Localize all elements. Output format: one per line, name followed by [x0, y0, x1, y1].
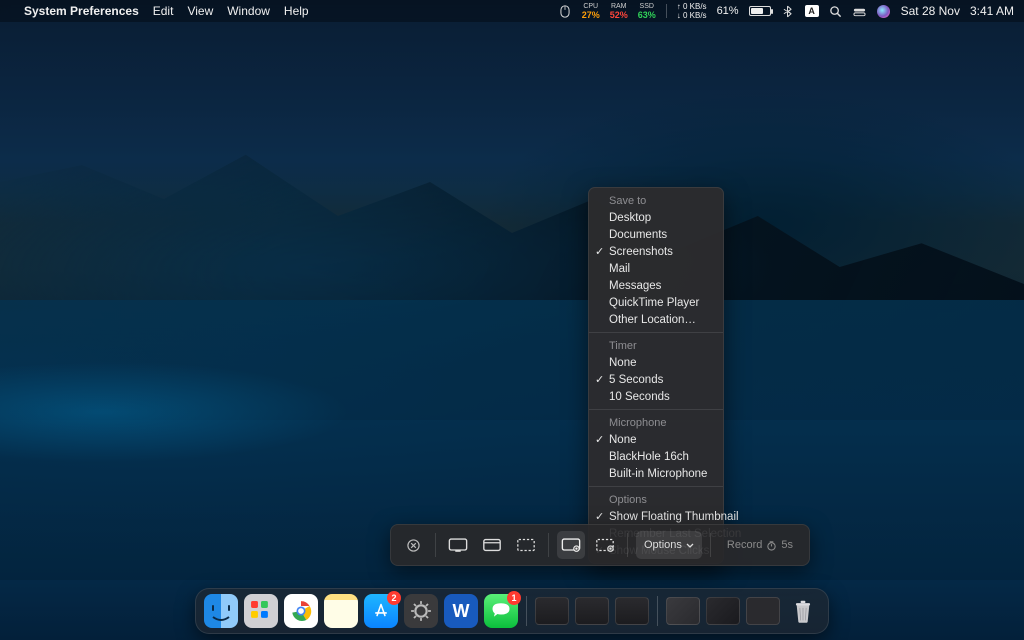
dock-word-icon[interactable]: W — [444, 594, 478, 628]
options-menu-item[interactable]: 5 Seconds — [589, 371, 723, 388]
menu-divider — [589, 486, 723, 487]
options-button[interactable]: Options — [636, 531, 702, 559]
siri-icon[interactable] — [877, 4, 891, 18]
dock-launchpad-icon[interactable] — [244, 594, 278, 628]
close-button[interactable] — [399, 531, 427, 559]
options-menu-item[interactable]: Show Floating Thumbnail — [589, 508, 723, 525]
messages-badge: 1 — [507, 591, 521, 605]
appstore-badge: 2 — [387, 591, 401, 605]
dock-system-preferences-icon[interactable] — [404, 594, 438, 628]
options-menu-item[interactable]: Built-in Microphone — [589, 465, 723, 482]
screenshot-options-menu: Save toDesktopDocumentsScreenshotsMailMe… — [588, 187, 724, 564]
app-name[interactable]: System Preferences — [24, 4, 139, 18]
stat-ssd[interactable]: SSD 63% — [638, 3, 656, 19]
stat-cpu[interactable]: CPU 27% — [582, 3, 600, 19]
dock-stack-2[interactable] — [706, 597, 740, 625]
options-menu-item[interactable]: None — [589, 431, 723, 448]
input-source-icon[interactable]: A — [805, 5, 819, 17]
stat-network[interactable]: ↑ 0 KB/s ↓ 0 KB/s — [677, 2, 707, 20]
options-menu-item[interactable]: 10 Seconds — [589, 388, 723, 405]
options-section-title: Options — [589, 491, 723, 508]
options-menu-item[interactable]: None — [589, 354, 723, 371]
options-menu-item[interactable]: Documents — [589, 226, 723, 243]
record-selection-button[interactable] — [591, 531, 619, 559]
options-menu-item[interactable]: QuickTime Player — [589, 294, 723, 311]
chevron-down-icon — [686, 543, 694, 548]
record-button[interactable]: Record 5s — [719, 531, 801, 559]
dock-stack-1[interactable] — [666, 597, 700, 625]
menubar-time[interactable]: 3:41 AM — [970, 4, 1014, 18]
options-menu-item[interactable]: Desktop — [589, 209, 723, 226]
dock-appstore-icon[interactable]: 2 — [364, 594, 398, 628]
dock-trash-icon[interactable] — [786, 594, 820, 628]
dock-minimized-window-3[interactable] — [615, 597, 649, 625]
options-menu-item[interactable]: Other Location… — [589, 311, 723, 328]
menu-help[interactable]: Help — [284, 4, 309, 18]
options-menu-item[interactable]: Mail — [589, 260, 723, 277]
battery-percent: 61% — [717, 5, 739, 17]
menu-divider — [589, 332, 723, 333]
options-section-title: Microphone — [589, 414, 723, 431]
options-menu-item[interactable]: Messages — [589, 277, 723, 294]
dock-stack-3[interactable] — [746, 597, 780, 625]
options-menu-item[interactable]: Screenshots — [589, 243, 723, 260]
capture-entire-screen-button[interactable] — [444, 531, 472, 559]
dock-chrome-icon[interactable] — [284, 594, 318, 628]
control-center-icon[interactable] — [853, 4, 867, 18]
menu-edit[interactable]: Edit — [153, 4, 174, 18]
dock-minimized-window-1[interactable] — [535, 597, 569, 625]
capture-window-button[interactable] — [478, 531, 506, 559]
dock-messages-icon[interactable]: 1 — [484, 594, 518, 628]
spotlight-icon[interactable] — [829, 4, 843, 18]
menubar-date[interactable]: Sat 28 Nov — [901, 4, 960, 18]
options-section-title: Timer — [589, 337, 723, 354]
menu-bar: System Preferences Edit View Window Help… — [0, 0, 1024, 22]
dock-finder-icon[interactable] — [204, 594, 238, 628]
capture-selection-button[interactable] — [512, 531, 540, 559]
record-entire-screen-button[interactable] — [557, 531, 585, 559]
mouse-indicator-icon[interactable] — [558, 4, 572, 18]
timer-icon — [766, 540, 777, 551]
dock-separator-2 — [657, 596, 658, 626]
battery-icon[interactable] — [749, 6, 771, 16]
dock-minimized-window-2[interactable] — [575, 597, 609, 625]
bluetooth-icon[interactable] — [781, 4, 795, 18]
dock: 2 W 1 — [195, 588, 829, 634]
stat-ram[interactable]: RAM 52% — [610, 3, 628, 19]
dock-notes-icon[interactable] — [324, 594, 358, 628]
dock-separator — [526, 596, 527, 626]
screenshot-toolbar: Options Record 5s — [390, 524, 810, 566]
options-menu-item[interactable]: BlackHole 16ch — [589, 448, 723, 465]
menu-view[interactable]: View — [187, 4, 213, 18]
options-section-title: Save to — [589, 192, 723, 209]
menu-divider — [589, 409, 723, 410]
menu-window[interactable]: Window — [227, 4, 270, 18]
